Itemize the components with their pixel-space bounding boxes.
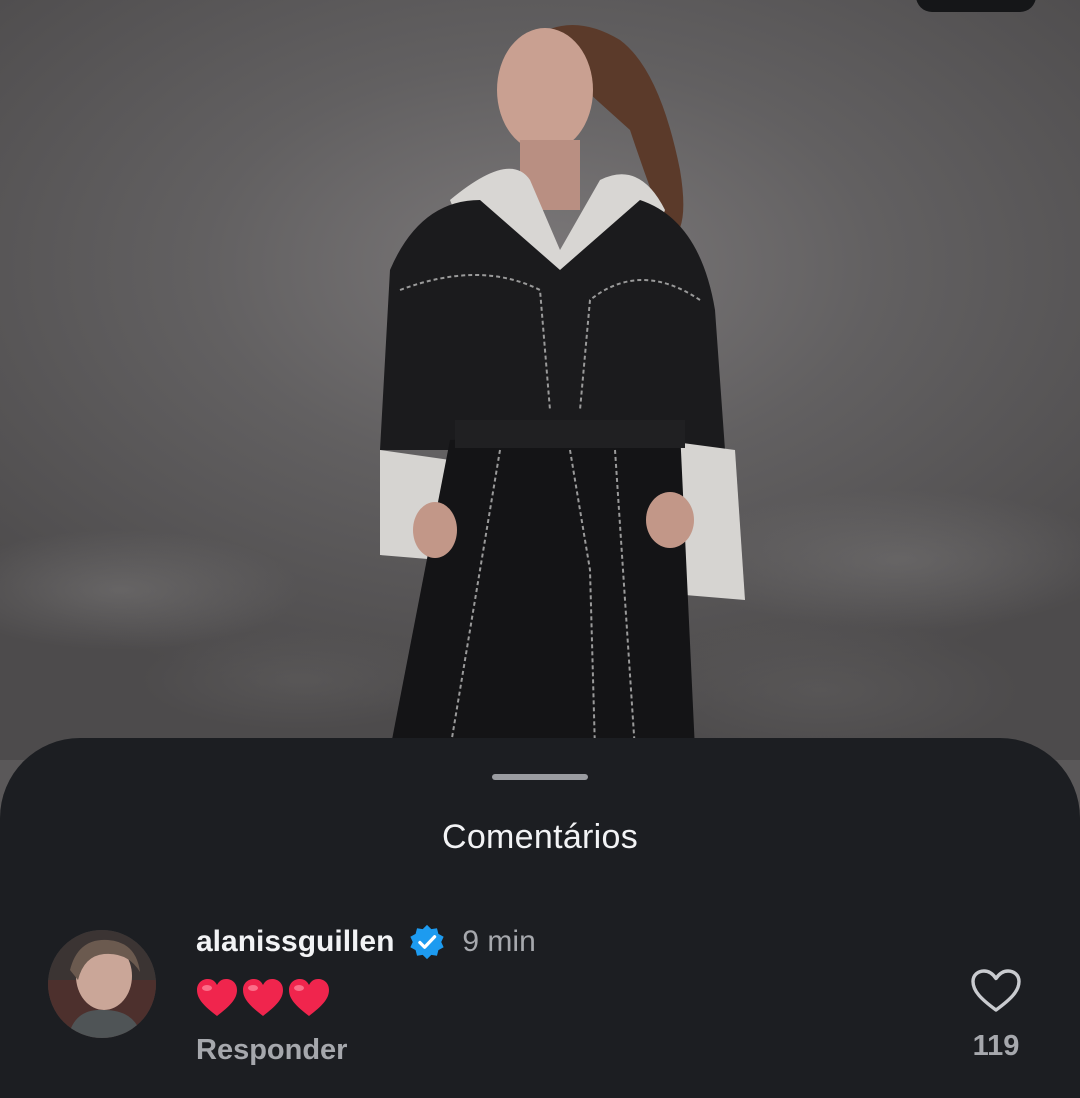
red-heart-emoji-icon [243,979,283,1016]
verified-badge-icon [410,924,445,960]
comment-header: alanissguillen 9 min [196,922,536,962]
post-photo [0,0,1080,760]
like-count: 119 [972,1030,1020,1062]
red-heart-emoji-icon [289,979,329,1016]
reply-button[interactable]: Responder [196,1034,347,1067]
top-overlay-pill [916,0,1036,12]
comment-text [196,978,330,1020]
comment-timestamp: 9 min [462,925,536,958]
red-heart-emoji-icon [197,979,237,1016]
sheet-title: Comentários [441,818,639,856]
comments-sheet: Comentários alanissguillen 9 min Respond… [0,738,1080,1098]
comment-username[interactable]: alanissguillen [196,925,394,959]
commenter-avatar[interactable] [48,930,156,1038]
heart-outline-icon[interactable] [970,968,1022,1014]
sheet-drag-handle[interactable] [492,774,588,780]
person-figure [380,25,745,750]
